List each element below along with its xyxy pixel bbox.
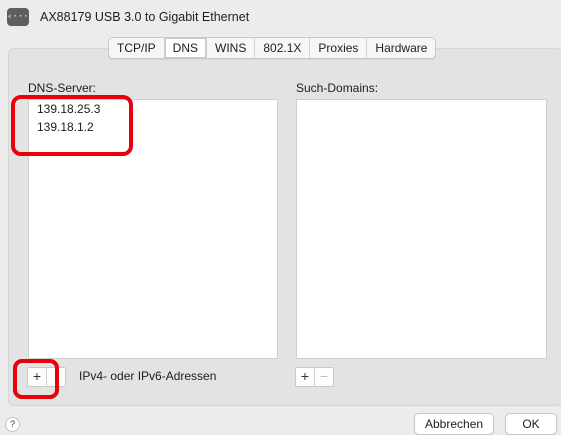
search-domains-label: Such-Domains: bbox=[296, 81, 379, 95]
search-domain-button-group: + − bbox=[295, 367, 334, 387]
dns-server-label: DNS-Server: bbox=[28, 81, 97, 95]
window-title: AX88179 USB 3.0 to Gigabit Ethernet bbox=[40, 10, 250, 24]
tab-wins[interactable]: WINS bbox=[206, 38, 254, 58]
tab-tcp-ip[interactable]: TCP/IP bbox=[109, 38, 164, 58]
dns-servers-highlight bbox=[11, 95, 133, 156]
tab-proxies[interactable]: Proxies bbox=[309, 38, 366, 58]
tab-802-1x[interactable]: 802.1X bbox=[254, 38, 309, 58]
dns-address-hint: IPv4- oder IPv6-Adressen bbox=[79, 369, 217, 383]
search-domains-list[interactable] bbox=[296, 99, 547, 359]
add-search-domain-button[interactable]: + bbox=[296, 368, 314, 386]
tab-dns[interactable]: DNS bbox=[163, 38, 207, 58]
tab-hardware[interactable]: Hardware bbox=[366, 38, 435, 58]
help-icon[interactable]: ? bbox=[5, 417, 20, 432]
add-button-highlight bbox=[13, 359, 59, 399]
remove-search-domain-button[interactable]: − bbox=[314, 368, 333, 386]
network-adapter-icon: ‹···› bbox=[7, 8, 34, 26]
tab-bar: TCP/IP DNS WINS 802.1X Proxies Hardware bbox=[108, 37, 437, 59]
